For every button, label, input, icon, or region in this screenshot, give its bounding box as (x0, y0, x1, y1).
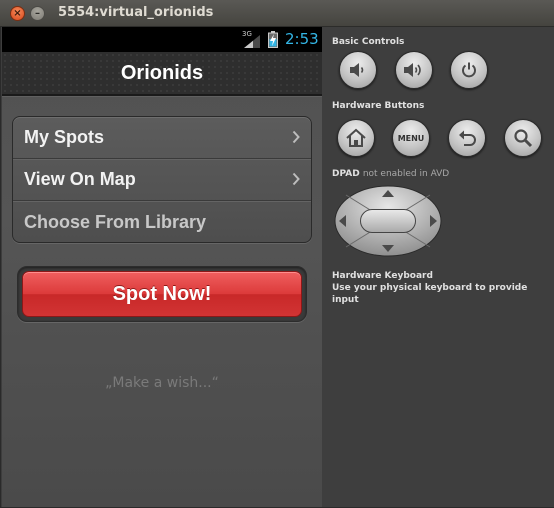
back-icon (459, 130, 476, 146)
app-title: Orionids (120, 61, 204, 84)
main-menu-list: My Spots View On Map Choose From Library (12, 116, 312, 243)
keyboard-note: Use your physical keyboard to provide in… (332, 283, 528, 305)
spot-now-label: Spot Now! (112, 282, 212, 305)
volume-up-icon (404, 63, 421, 77)
wish-text: „Make a wish...“ (105, 375, 219, 391)
menu-item-label: Choose From Library (24, 211, 207, 232)
battery-charging-icon (268, 31, 278, 48)
power-icon (462, 62, 476, 78)
window-close-button[interactable]: × (10, 6, 25, 21)
menu-button[interactable]: MENU (392, 119, 430, 157)
search-button[interactable] (504, 119, 542, 157)
menu-item-my-spots[interactable]: My Spots (13, 117, 311, 159)
basic-controls-title: Basic Controls (332, 37, 405, 47)
dpad-label: DPAD (332, 169, 360, 179)
search-icon (514, 129, 533, 148)
network-signal-icon: 3G (242, 30, 262, 48)
dpad[interactable] (334, 185, 442, 257)
window-minimize-button[interactable]: – (30, 6, 45, 21)
menu-item-label: My Spots (24, 127, 105, 147)
spot-now-frame: Spot Now! (17, 266, 307, 322)
volume-down-icon (350, 63, 364, 77)
home-icon (346, 128, 366, 147)
spot-now-button[interactable]: Spot Now! (22, 271, 302, 317)
status-bar: 3G 2:53 (2, 27, 322, 52)
window-titlebar: × – 5554:virtual_orionids (0, 0, 554, 27)
emulator-area: 3G 2:53 Orionids My Spots View On Map Ch… (0, 27, 554, 508)
back-button[interactable] (448, 119, 486, 157)
volume-up-button[interactable] (395, 51, 433, 89)
action-bar: Orionids (2, 52, 322, 96)
menu-item-label: View On Map (24, 169, 136, 189)
dpad-title: DPAD not enabled in AVD (332, 169, 449, 179)
hardware-buttons-title: Hardware Buttons (332, 101, 425, 111)
chevron-right-icon (292, 130, 300, 144)
menu-item-choose-from-library[interactable]: Choose From Library (13, 201, 311, 242)
dpad-center-button[interactable] (360, 209, 416, 233)
power-button[interactable] (450, 51, 488, 89)
home-button[interactable] (337, 119, 375, 157)
chevron-right-icon (292, 172, 300, 186)
device-screen[interactable]: 3G 2:53 Orionids My Spots View On Map Ch… (2, 27, 322, 507)
status-time: 2:53 (285, 30, 319, 48)
menu-item-view-on-map[interactable]: View On Map (13, 159, 311, 201)
dpad-note: not enabled in AVD (362, 169, 450, 179)
menu-icon: MENU (397, 133, 425, 143)
window-title: 5554:virtual_orionids (58, 5, 214, 20)
keyboard-title: Hardware Keyboard (332, 271, 433, 281)
keyboard-section: Hardware Keyboard Use your physical keyb… (332, 270, 554, 306)
volume-down-button[interactable] (339, 51, 377, 89)
emulator-controls-panel: Basic Controls Hardware Buttons MENU DPA… (322, 27, 554, 507)
